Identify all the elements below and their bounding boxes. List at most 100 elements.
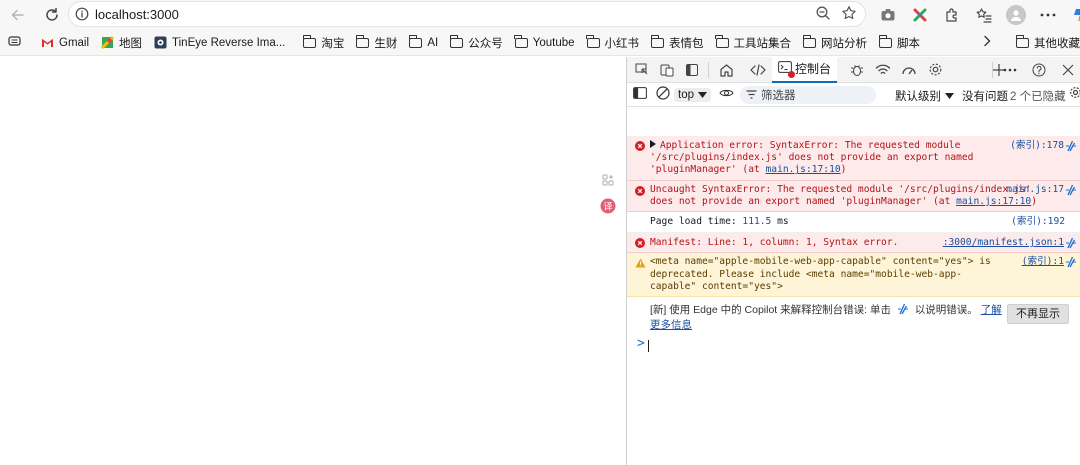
copilot-explain-icon[interactable] <box>1065 256 1077 272</box>
bookmark-folder-shengcai[interactable]: 生财 <box>350 35 403 51</box>
back-button[interactable] <box>4 1 32 29</box>
bookmark-folder-tools[interactable]: 工具站集合 <box>710 35 798 51</box>
message-tail: ) <box>1031 195 1037 207</box>
bookmark-folder-ai[interactable]: AI <box>403 35 444 49</box>
clear-console-icon[interactable] <box>656 86 670 103</box>
text-caret <box>648 340 649 353</box>
dont-show-again-button[interactable]: 不再显示 <box>1007 304 1069 325</box>
address-url[interactable]: localhost:3000 <box>95 7 179 22</box>
refresh-button[interactable] <box>38 1 66 29</box>
extension-colorful-icon[interactable] <box>908 3 932 27</box>
bookmark-folder-xiaohongshu[interactable]: 小红书 <box>581 35 646 51</box>
sidebar-toggle-icon[interactable] <box>633 87 647 102</box>
help-icon[interactable] <box>1027 58 1051 82</box>
context-select[interactable]: top <box>674 87 711 102</box>
devtools-panel: 控制台 top 筛选器 默认级别 没有问题 2 个已隐藏 Application… <box>626 56 1080 465</box>
favorite-star-icon[interactable] <box>841 5 857 26</box>
extensions-puzzle-icon[interactable] <box>940 3 964 27</box>
performance-gauge-icon[interactable] <box>897 58 921 82</box>
bookmark-folder-taobao[interactable]: 淘宝 <box>297 35 350 51</box>
tab-console-label: 控制台 <box>795 62 832 76</box>
copilot-icon[interactable] <box>1068 3 1080 27</box>
bookmark-tineye[interactable]: TinEye Reverse Ima... <box>148 36 291 49</box>
chevron-right-icon[interactable] <box>982 35 992 50</box>
message-source[interactable]: (索引):192 <box>1011 216 1065 228</box>
close-devtools-icon[interactable] <box>1056 58 1080 82</box>
bookmark-label: 淘宝 <box>321 37 345 50</box>
devtools-tabbar: 控制台 <box>627 56 1080 83</box>
translate-extension-icon[interactable]: 译 <box>599 197 617 215</box>
sidebar-apps-icon[interactable] <box>599 171 617 189</box>
live-expression-eye-icon[interactable] <box>719 88 734 101</box>
zoom-icon[interactable] <box>815 5 831 26</box>
log-levels-label: 默认级别 <box>895 91 941 103</box>
console-message-error[interactable]: Manifest: Line: 1, column: 1, Syntax err… <box>627 233 1080 254</box>
console-message-error[interactable]: Application error: SyntaxError: The requ… <box>627 136 1080 181</box>
log-levels-dropdown[interactable]: 默认级别 <box>895 88 954 104</box>
browser-toolbar: localhost:3000 <box>0 0 1080 30</box>
console-input[interactable]: > <box>627 336 1080 354</box>
folder-icon <box>449 35 464 48</box>
reading-list-icon[interactable] <box>0 35 27 50</box>
folder-icon <box>409 35 423 48</box>
message-source[interactable]: (索引):1 <box>1022 256 1064 268</box>
message-link[interactable]: main.js:17:10 <box>956 196 1031 207</box>
console-filter-input[interactable]: 筛选器 <box>740 85 876 104</box>
expand-triangle-icon[interactable] <box>650 140 656 148</box>
copilot-explain-icon <box>897 303 909 319</box>
message-link[interactable]: main.js:17:10 <box>766 164 841 175</box>
message-number: 111.5 <box>742 216 772 228</box>
console-messages: Application error: SyntaxError: The requ… <box>627 136 1080 354</box>
issues-counter[interactable]: 没有问题 <box>962 88 1008 104</box>
bookmark-folder-youtube[interactable]: Youtube <box>509 35 581 49</box>
tab-console[interactable]: 控制台 <box>772 56 838 83</box>
bookmark-maps[interactable]: 地图 <box>95 35 148 51</box>
bookmark-folder-analytics[interactable]: 网站分析 <box>797 35 873 51</box>
sources-bug-icon[interactable] <box>845 58 869 82</box>
message-unit: ms <box>771 216 789 228</box>
dock-side-icon[interactable] <box>680 58 704 82</box>
bookmark-label: 脚本 <box>897 37 921 50</box>
message-source[interactable]: main.js:17 <box>1006 184 1064 196</box>
bookmark-folder-gongzhonghao[interactable]: 公众号 <box>444 35 509 51</box>
console-terminal-icon <box>778 61 795 78</box>
favorites-list-icon[interactable] <box>972 3 996 27</box>
copilot-explain-icon[interactable] <box>1065 140 1077 156</box>
bookmark-gmail[interactable]: Gmail <box>35 37 95 49</box>
message-source[interactable]: (索引):178 <box>1010 140 1064 152</box>
device-emulation-icon[interactable] <box>655 58 679 82</box>
bookmark-folder-biaoqingbao[interactable]: 表情包 <box>645 35 710 51</box>
bookmark-label: 表情包 <box>669 37 704 50</box>
copilot-explain-icon[interactable] <box>1065 237 1077 253</box>
prompt-chevron: > <box>637 336 645 352</box>
more-menu-icon[interactable] <box>1036 3 1060 27</box>
settings-gear-icon[interactable] <box>923 58 947 82</box>
more-tools-icon[interactable] <box>998 58 1022 82</box>
message-text: Manifest: Line: 1, column: 1, Syntax err… <box>650 237 899 249</box>
address-bar[interactable]: localhost:3000 <box>68 1 866 27</box>
elements-code-icon[interactable] <box>746 58 770 82</box>
refresh-icon <box>46 7 58 21</box>
network-wifi-icon[interactable] <box>871 58 895 82</box>
filter-icon <box>746 90 757 99</box>
profile-button[interactable] <box>1004 3 1028 27</box>
warning-icon <box>635 258 646 272</box>
camera-icon[interactable] <box>876 3 900 27</box>
console-settings-icon[interactable] <box>1069 86 1080 102</box>
console-message-error[interactable]: Uncaught SyntaxError: The requested modu… <box>627 180 1080 213</box>
copilot-explain-icon[interactable] <box>1065 184 1077 200</box>
site-info-icon[interactable] <box>69 7 95 21</box>
console-message-warning[interactable]: <meta name="apple-mobile-web-app-capable… <box>627 253 1080 298</box>
inspect-element-icon[interactable] <box>630 58 654 82</box>
maps-icon <box>101 36 115 49</box>
avatar <box>1006 5 1026 25</box>
arrow-left-icon <box>11 9 24 21</box>
bookmark-folder-scripts[interactable]: 脚本 <box>873 35 926 51</box>
bookmarks-bar: Gmail 地图 TinEye Reverse Ima... 淘宝 生财 AI … <box>0 30 1080 56</box>
console-message-log[interactable]: Page load time: 111.5 ms (索引):192 <box>627 212 1080 234</box>
bookmark-other-favorites[interactable]: 其他收藏夹 <box>1010 35 1080 51</box>
folder-icon <box>802 35 817 48</box>
bookmark-label: AI <box>427 36 439 49</box>
welcome-home-icon[interactable] <box>714 58 738 82</box>
message-source[interactable]: :3000/manifest.json:1 <box>943 237 1064 249</box>
